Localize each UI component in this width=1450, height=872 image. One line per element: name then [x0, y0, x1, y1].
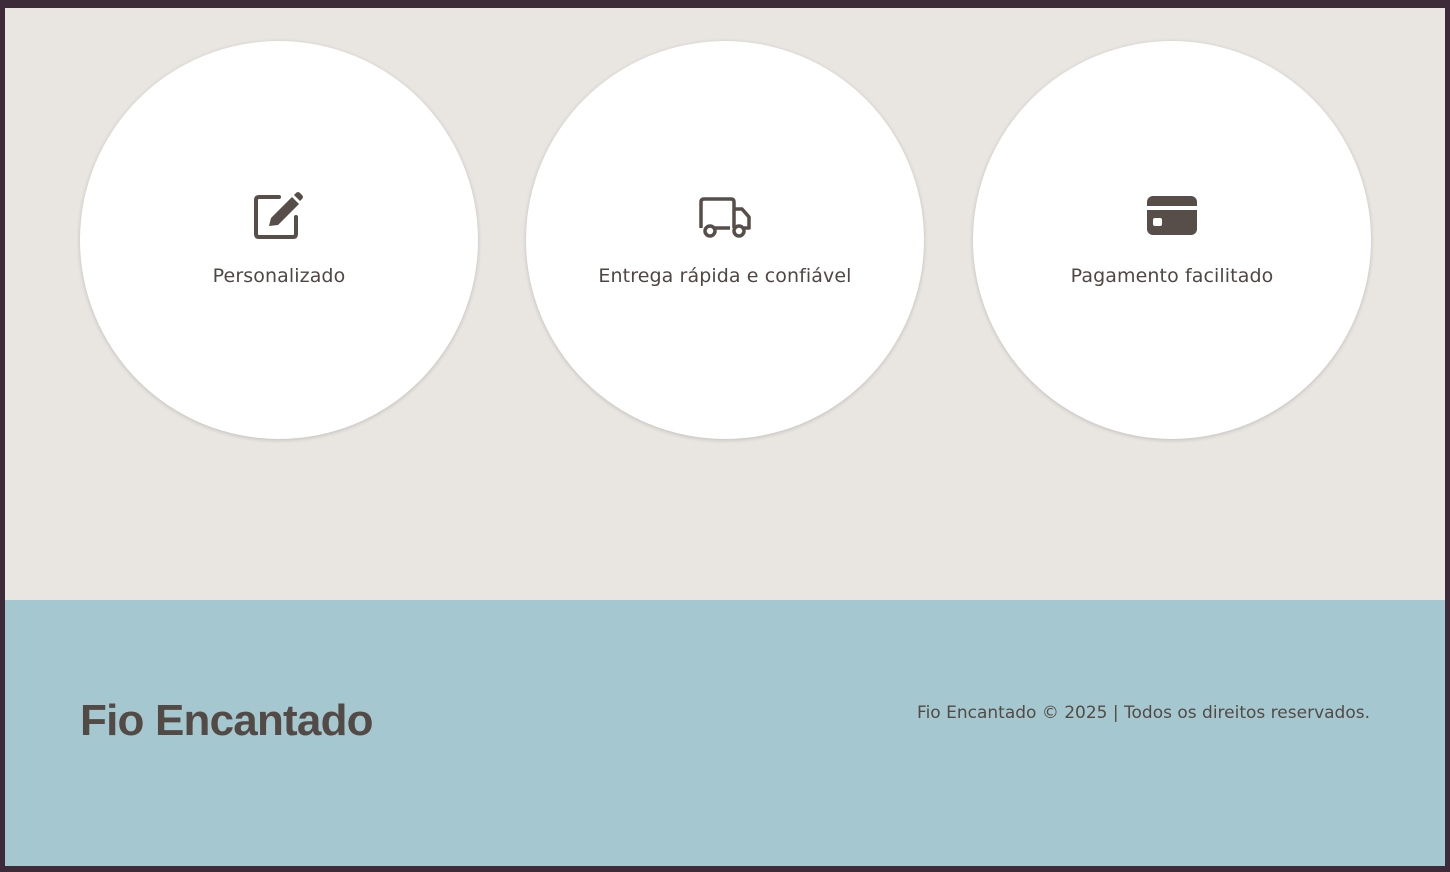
- truck-icon: [697, 191, 753, 241]
- feature-card-entrega: Entrega rápida e confiável: [526, 41, 924, 439]
- edit-icon: [251, 191, 307, 241]
- feature-label: Pagamento facilitado: [1070, 265, 1274, 287]
- feature-card-pagamento: Pagamento facilitado: [973, 41, 1371, 439]
- feature-card-personalizado: Personalizado: [80, 41, 478, 439]
- footer-copyright: Fio Encantado © 2025 | Todos os direitos…: [917, 703, 1370, 723]
- footer-brand: Fio Encantado: [80, 696, 374, 745]
- feature-label: Entrega rápida e confiável: [598, 265, 852, 287]
- page: Personalizado Entrega rápida e confiável: [5, 8, 1445, 866]
- features-section: Personalizado Entrega rápida e confiável: [5, 8, 1445, 600]
- feature-label: Personalizado: [212, 265, 346, 287]
- site-footer: Fio Encantado Fio Encantado © 2025 | Tod…: [5, 600, 1445, 866]
- credit-card-icon: [1144, 191, 1200, 241]
